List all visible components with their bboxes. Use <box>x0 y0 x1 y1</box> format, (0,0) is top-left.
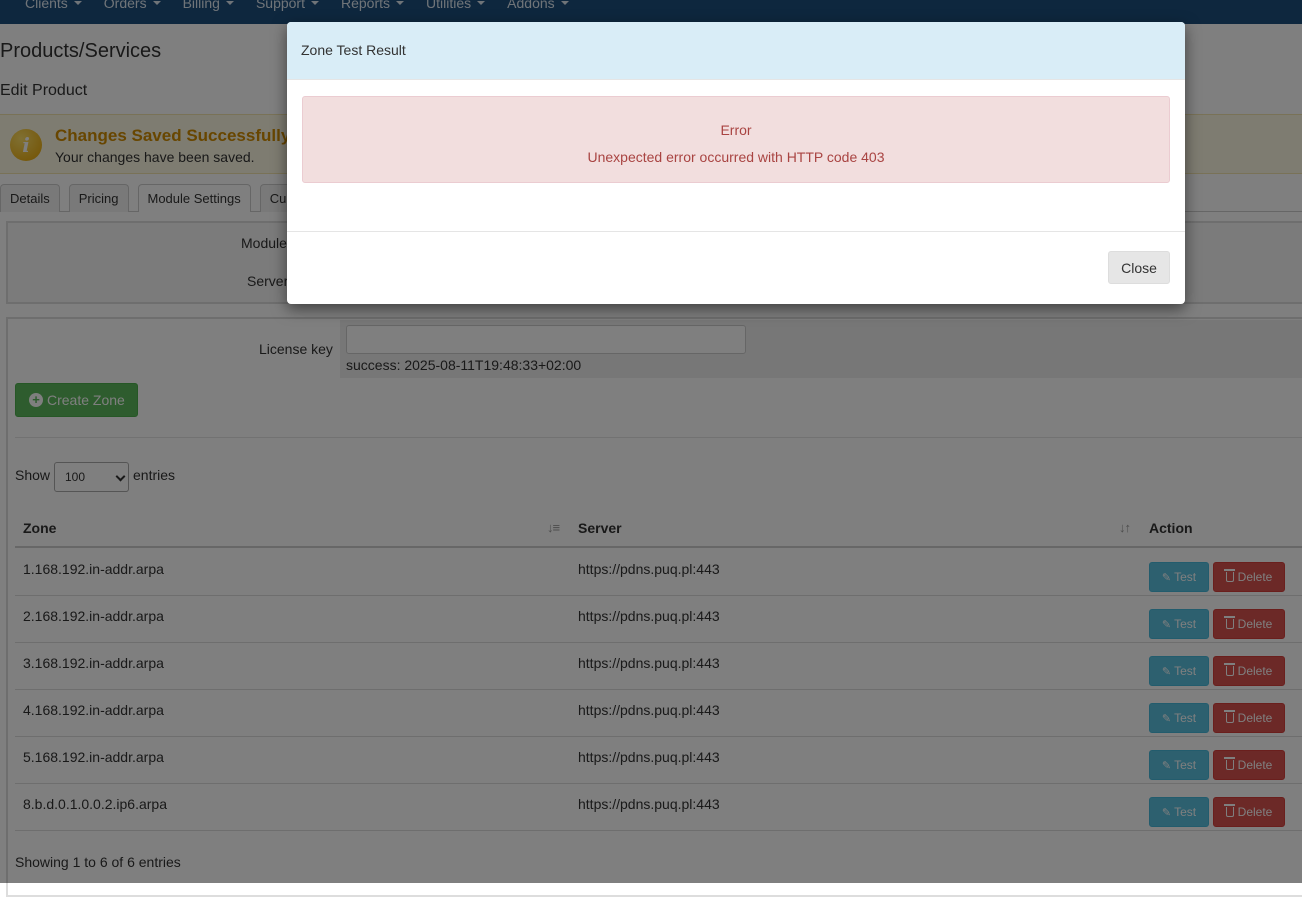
modal-title: Zone Test Result <box>301 42 406 58</box>
modal-footer-divider <box>287 231 1185 232</box>
close-button[interactable]: Close <box>1108 251 1170 284</box>
error-title: Error <box>720 122 752 138</box>
modal-header: Zone Test Result <box>287 22 1185 80</box>
zone-test-result-modal: Zone Test Result Error Unexpected error … <box>287 22 1185 304</box>
error-alert: Error Unexpected error occurred with HTT… <box>302 96 1170 183</box>
error-message: Unexpected error occurred with HTTP code… <box>587 149 885 165</box>
